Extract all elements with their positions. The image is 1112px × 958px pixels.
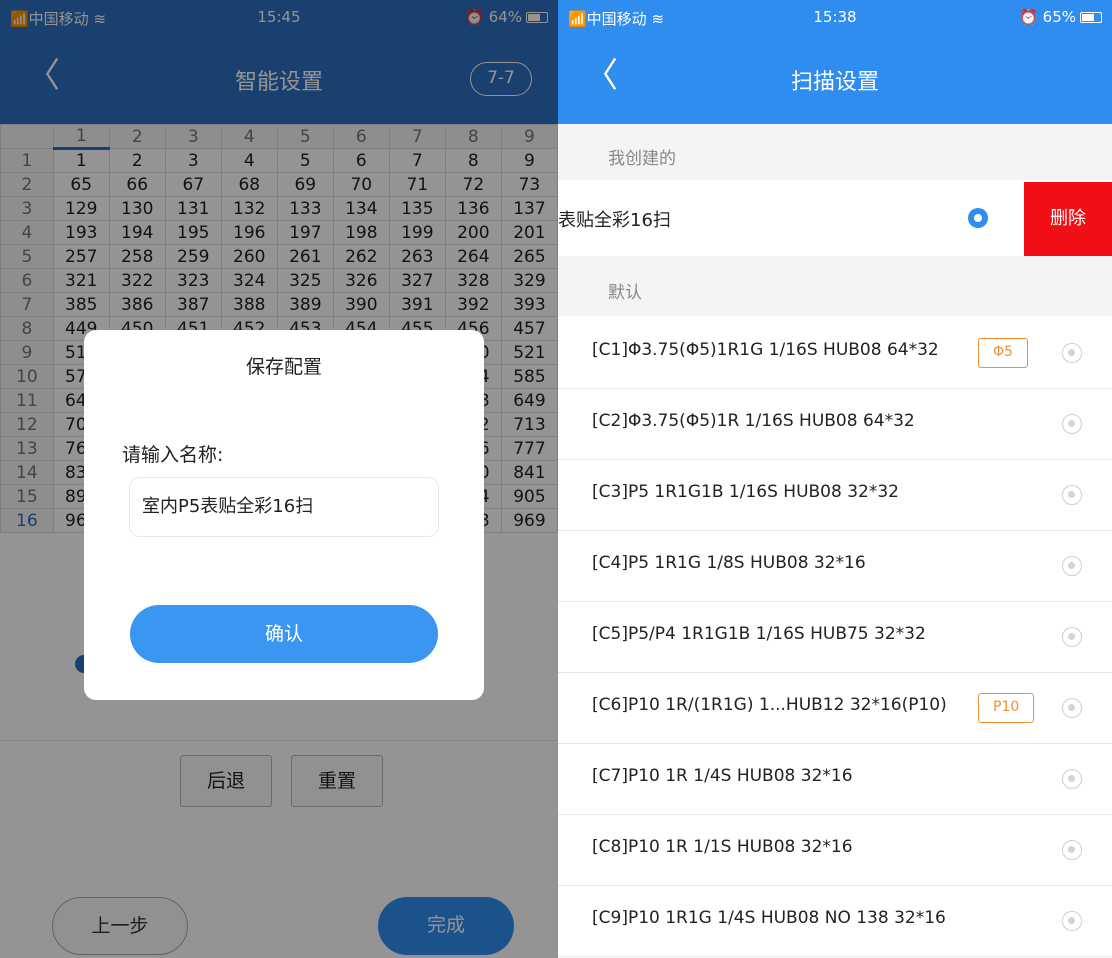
name-input[interactable]: 室内P5表贴全彩16扫 <box>130 478 438 536</box>
name-label: 请输入名称: <box>122 444 224 466</box>
scan-preset-item[interactable]: [C5]P5/P4 1R1G1B 1/16S HUB75 32*32 <box>558 602 1112 673</box>
radio-unselected-icon[interactable] <box>1062 698 1082 718</box>
scan-preset-item[interactable]: [C9]P10 1R1G 1/4S HUB08 NO 138 32*16 <box>558 886 1112 957</box>
scan-settings-screen: 📶中国移动 ≋ 15:38 ⏰ 65% 〈 扫描设置 我创建的 表贴全彩16扫 … <box>558 0 1112 958</box>
page-title: 扫描设置 <box>790 70 879 95</box>
save-config-dialog: 保存配置 请输入名称: 室内P5表贴全彩16扫 确认 <box>84 330 484 700</box>
preset-label: [C8]P10 1R 1/1S HUB08 32*16 <box>592 837 853 857</box>
confirm-button[interactable]: 确认 <box>130 605 438 663</box>
nav-bar: 〈 扫描设置 <box>558 34 1112 124</box>
section-header-created: 我创建的 <box>558 124 1112 180</box>
preset-label: [C4]P5 1R1G 1/8S HUB08 32*16 <box>592 553 866 573</box>
status-bar: 📶中国移动 ≋ 15:38 ⏰ 65% <box>558 0 1112 34</box>
preset-label: [C7]P10 1R 1/4S HUB08 32*16 <box>592 766 853 786</box>
battery-icon <box>1080 11 1102 23</box>
radio-unselected-icon[interactable] <box>1062 343 1082 363</box>
radio-unselected-icon[interactable] <box>1062 414 1082 434</box>
created-item-label: 表贴全彩16扫 <box>558 210 671 231</box>
radio-unselected-icon[interactable] <box>1062 556 1082 576</box>
preset-tag-badge: Φ5 <box>978 338 1028 368</box>
preset-label: [C6]P10 1R/(1R1G) 1...HUB12 32*16(P10) <box>592 695 947 715</box>
scan-preset-item[interactable]: [C6]P10 1R/(1R1G) 1...HUB12 32*16(P10) P1… <box>558 673 1112 744</box>
preset-label: [C2]Φ3.75(Φ5)1R 1/16S HUB08 64*32 <box>592 411 915 431</box>
alarm-battery-text: ⏰ 65% <box>1019 8 1076 26</box>
preset-label: [C9]P10 1R1G 1/4S HUB08 NO 138 32*16 <box>592 908 946 928</box>
radio-unselected-icon[interactable] <box>1062 911 1082 931</box>
dialog-title: 保存配置 <box>245 356 322 378</box>
scan-preset-item[interactable]: [C7]P10 1R 1/4S HUB08 32*16 <box>558 744 1112 815</box>
status-right: ⏰ 65% <box>1019 8 1102 26</box>
radio-unselected-icon[interactable] <box>1062 840 1082 860</box>
preset-tag-badge: P10 <box>978 693 1035 723</box>
radio-selected-icon[interactable] <box>968 208 988 228</box>
scan-preset-item[interactable]: [C2]Φ3.75(Φ5)1R 1/16S HUB08 64*32 <box>558 389 1112 460</box>
scan-preset-item[interactable]: [C3]P5 1R1G1B 1/16S HUB08 32*32 <box>558 460 1112 531</box>
preset-label: [C3]P5 1R1G1B 1/16S HUB08 32*32 <box>592 482 899 502</box>
smart-settings-screen: 📶中国移动 ≋ 15:45 ⏰ 64% 〈 智能设置 7-7 123456789… <box>0 0 558 958</box>
scan-preset-item[interactable]: [C1]Φ3.75(Φ5)1R1G 1/16S HUB08 64*32 Φ5 <box>558 318 1112 389</box>
preset-label: [C1]Φ3.75(Φ5)1R1G 1/16S HUB08 64*32 <box>592 340 939 360</box>
radio-unselected-icon[interactable] <box>1062 485 1082 505</box>
section-header-default: 默认 <box>558 256 1112 316</box>
preset-label: [C5]P5/P4 1R1G1B 1/16S HUB75 32*32 <box>592 624 926 644</box>
scan-preset-item[interactable]: [C8]P10 1R 1/1S HUB08 32*16 <box>558 815 1112 886</box>
scan-preset-item[interactable]: [C4]P5 1R1G 1/8S HUB08 32*16 <box>558 531 1112 602</box>
radio-unselected-icon[interactable] <box>1062 769 1082 789</box>
delete-button[interactable]: 删除 <box>1024 182 1112 256</box>
radio-unselected-icon[interactable] <box>1062 627 1082 647</box>
